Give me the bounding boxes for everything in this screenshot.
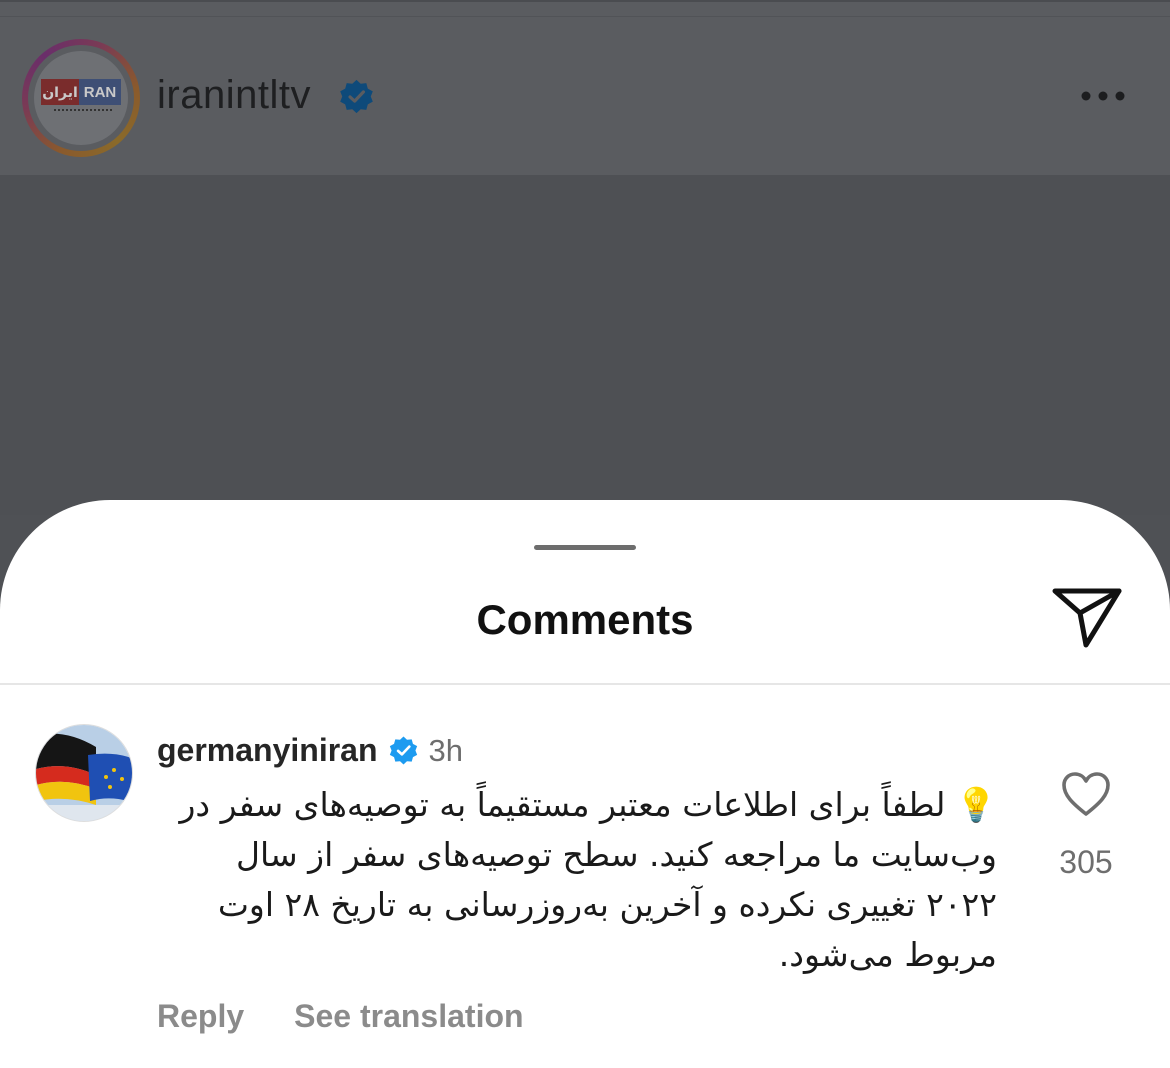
reply-button[interactable]: Reply: [157, 998, 244, 1035]
sheet-grabber[interactable]: [534, 545, 636, 550]
profile-avatar-ring[interactable]: ایران RAN: [22, 39, 140, 157]
divider: [0, 683, 1170, 685]
post-media-dimmed[interactable]: [0, 175, 1170, 515]
logo-blue-part: RAN: [79, 79, 121, 105]
more-options-icon[interactable]: [1078, 86, 1128, 106]
heart-icon[interactable]: [1060, 770, 1112, 818]
comment-actions: Reply See translation: [157, 998, 524, 1035]
profile-avatar: ایران RAN: [34, 51, 128, 145]
lightbulb-emoji: 💡: [955, 785, 997, 824]
verified-badge-icon: [389, 736, 417, 765]
divider: [0, 16, 1170, 17]
post-username[interactable]: iranintltv: [157, 73, 311, 118]
comment-username[interactable]: germanyiniran: [157, 732, 378, 769]
like-count: 305: [1059, 844, 1113, 880]
comment-body: لطفاً برای اطلاعات معتبر مستقیماً به توص…: [179, 785, 997, 974]
see-translation-button[interactable]: See translation: [294, 998, 523, 1035]
comment-text: 💡 لطفاً برای اطلاعات معتبر مستقیماً به ت…: [155, 780, 997, 980]
verified-badge-icon: [340, 79, 373, 114]
flag-avatar-image: [36, 725, 132, 821]
sheet-title: Comments: [476, 596, 694, 643]
post-header: ایران RAN iranintltv: [0, 0, 1170, 175]
comment-meta: germanyiniran 3h: [157, 732, 463, 769]
share-direct-icon[interactable]: [1050, 584, 1124, 650]
comments-sheet: Comments germanyiniran 3h 💡 لطفاً برای ا…: [0, 500, 1170, 1068]
comment-avatar[interactable]: [35, 724, 133, 822]
comment-timestamp: 3h: [428, 732, 463, 768]
logo-red-part: ایران: [41, 79, 79, 105]
channel-logo: ایران RAN: [34, 79, 128, 105]
logo-subtitle: [54, 109, 112, 117]
